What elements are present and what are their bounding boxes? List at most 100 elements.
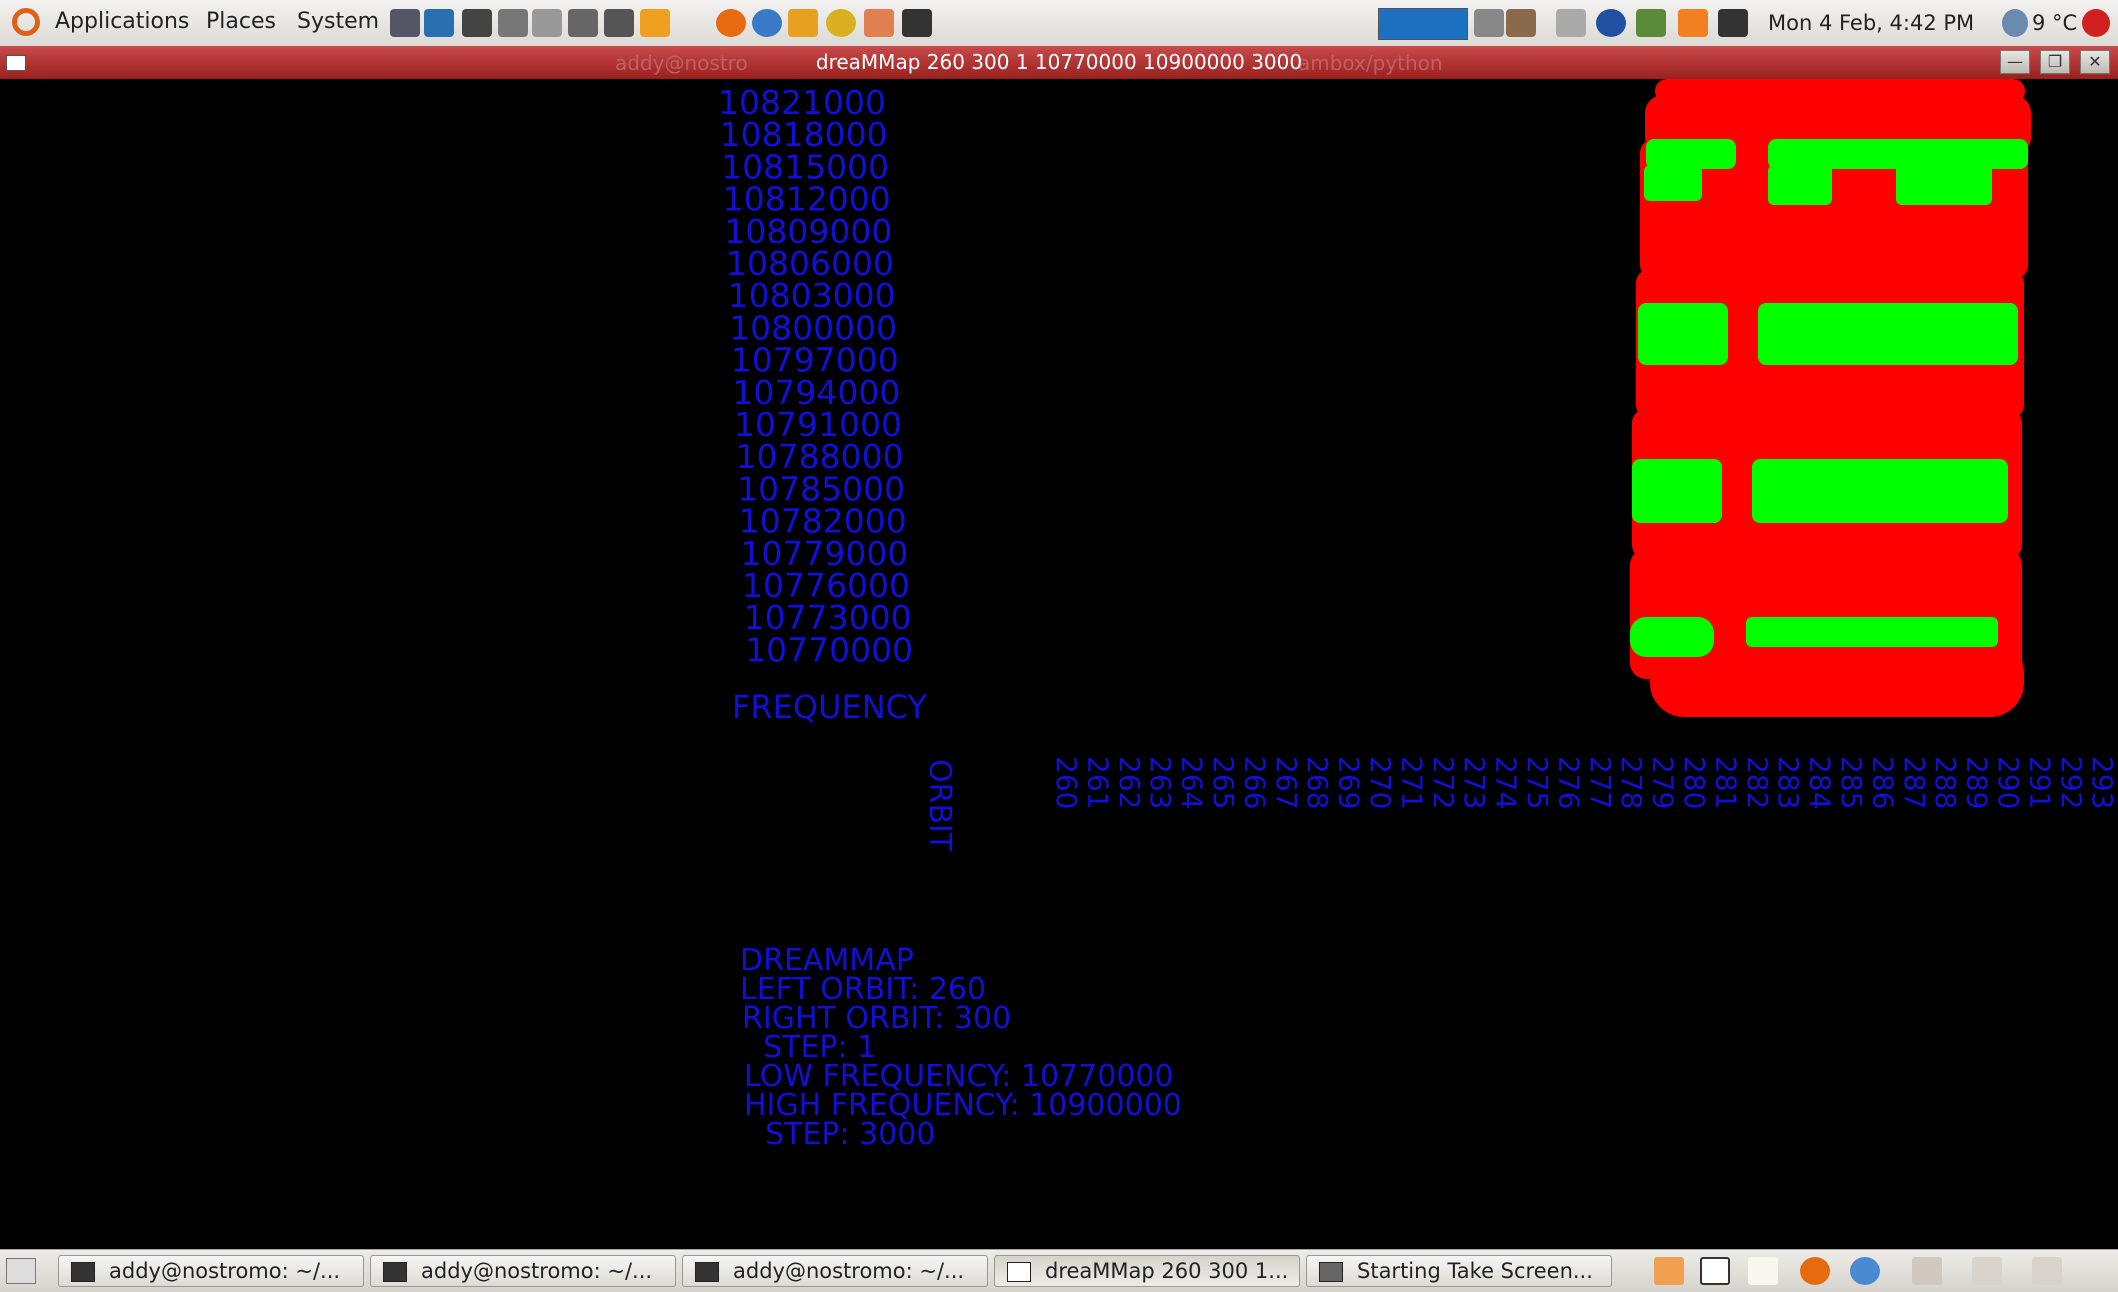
map-green-band: [1644, 165, 1702, 201]
menu-applications[interactable]: Applications: [55, 9, 189, 34]
clock[interactable]: Mon 4 Feb, 4:42 PM: [1768, 11, 1974, 35]
orbit-tick-label: 270: [1364, 756, 1397, 809]
window-titlebar[interactable]: addy@nostro ambox/python dreaMMap 260 30…: [0, 46, 2118, 79]
workspace-4[interactable]: [1972, 1257, 2002, 1285]
bottom-panel: addy@nostromo: ~/... addy@nostromo: ~/..…: [0, 1249, 2118, 1292]
orbit-tick-label: 292: [2055, 756, 2088, 809]
terminal-icon: [383, 1262, 407, 1282]
network-monitor-icon[interactable]: [390, 9, 420, 37]
network-icon[interactable]: [1636, 9, 1666, 37]
map-green-band: [1630, 617, 1714, 657]
top-panel: Applications Places System Mon 4 Feb, 4:…: [0, 0, 2118, 47]
taskbar-item[interactable]: addy@nostromo: ~/...: [682, 1255, 988, 1287]
system-monitor-icon[interactable]: [424, 9, 454, 37]
workspace-3[interactable]: [1912, 1257, 1942, 1285]
orbit-tick-label: 290: [1992, 756, 2025, 809]
orbit-tick-label: 277: [1584, 756, 1617, 809]
workspace-1[interactable]: [1700, 1257, 1730, 1285]
orbit-tick-label: 285: [1835, 756, 1868, 809]
firefox-icon[interactable]: [716, 9, 746, 37]
maximize-button[interactable]: ❐: [2040, 50, 2070, 74]
orbit-tick-label: 266: [1238, 756, 1271, 809]
browser-icon[interactable]: [752, 9, 782, 37]
frequency-axis-labels: 1082100010818000108150001081200010809000…: [718, 83, 913, 669]
printer-icon[interactable]: [1556, 9, 1586, 37]
orbit-tick-label: 267: [1270, 756, 1303, 809]
orbit-axis-labels: 2602612622632642652662672682692702712722…: [1050, 756, 2118, 809]
taskbar-item-active[interactable]: dreaMMap 260 300 1...: [994, 1255, 1300, 1287]
workspace-2[interactable]: [1748, 1257, 1778, 1285]
terminal-icon: [695, 1262, 719, 1282]
orbit-tick-label: 265: [1207, 756, 1240, 809]
orbit-tick-label: 289: [1961, 756, 1994, 809]
launcher-icon[interactable]: [532, 9, 562, 37]
orbit-tick-label: 291: [2023, 756, 2056, 809]
launcher-icon[interactable]: [640, 9, 670, 37]
update-icon[interactable]: [1678, 9, 1708, 37]
power-icon[interactable]: [2082, 9, 2110, 37]
orbit-tick-label: 276: [1552, 756, 1585, 809]
orbit-tick-label: 268: [1301, 756, 1334, 809]
orbit-tick-label: 287: [1898, 756, 1931, 809]
tray-icon[interactable]: [1506, 9, 1536, 37]
orbit-tick-label: 264: [1176, 756, 1209, 809]
orbit-tick-label: 272: [1427, 756, 1460, 809]
map-green-band: [1746, 617, 1998, 647]
orbit-frequency-map: [1630, 79, 2031, 717]
browser-icon[interactable]: [1850, 1257, 1880, 1285]
orbit-tick-label: 281: [1709, 756, 1742, 809]
orbit-tick-label: 283: [1772, 756, 1805, 809]
menu-system[interactable]: System: [297, 9, 379, 34]
launcher-icon[interactable]: [498, 9, 528, 37]
menu-places[interactable]: Places: [206, 9, 276, 34]
volume-icon[interactable]: [1474, 9, 1504, 37]
cpu-graph[interactable]: [1378, 8, 1468, 40]
orbit-tick-label: 293: [2086, 756, 2118, 809]
display-icon[interactable]: [1718, 9, 1748, 37]
firefox-icon[interactable]: [1800, 1257, 1830, 1285]
map-green-band: [1768, 165, 1832, 205]
info-block: DREAMMAP LEFT ORBIT: 260 RIGHT ORBIT: 30…: [740, 943, 1182, 1152]
taskbar-item[interactable]: addy@nostromo: ~/...: [370, 1255, 676, 1287]
show-desktop-icon[interactable]: [6, 1258, 36, 1284]
terminal-icon[interactable]: [902, 9, 932, 37]
map-green-band: [1758, 303, 2018, 365]
close-button[interactable]: ✕: [2080, 50, 2110, 74]
orbit-tick-label: 261: [1081, 756, 1114, 809]
orbit-axis-label: ORBIT: [922, 759, 957, 852]
orbit-tick-label: 275: [1521, 756, 1554, 809]
map-green-band: [1632, 459, 1722, 523]
camera-icon[interactable]: [568, 9, 598, 37]
orbit-tick-label: 282: [1741, 756, 1774, 809]
map-green-band: [1752, 459, 2008, 523]
launcher-icon[interactable]: [462, 9, 492, 37]
map-green-band: [1768, 139, 2028, 169]
orbit-tick-label: 280: [1678, 756, 1711, 809]
launcher-icon[interactable]: [864, 9, 894, 37]
info-frequency-step: STEP: 3000: [746, 1117, 935, 1152]
orbit-tick-label: 271: [1395, 756, 1428, 809]
bluetooth-icon[interactable]: [1596, 9, 1626, 37]
orbit-tick-label: 278: [1615, 756, 1648, 809]
weather-temperature[interactable]: 9 °C: [2032, 11, 2077, 35]
taskbar-item[interactable]: addy@nostromo: ~/...: [58, 1255, 364, 1287]
orbit-tick-label: 284: [1804, 756, 1837, 809]
camera-icon: [1319, 1262, 1343, 1282]
minimize-button[interactable]: —: [2000, 50, 2030, 74]
launcher-icon[interactable]: [604, 9, 634, 37]
workspace-5[interactable]: [2032, 1257, 2062, 1285]
launcher-icon[interactable]: [826, 9, 856, 37]
ubuntu-logo-icon[interactable]: [12, 8, 40, 36]
frequency-axis-label: FREQUENCY: [732, 688, 927, 726]
dreammap-canvas: 1082100010818000108150001081200010809000…: [0, 79, 2118, 1249]
tools-icon[interactable]: [788, 9, 818, 37]
map-green-band: [1638, 303, 1728, 365]
orbit-tick-label: 279: [1647, 756, 1680, 809]
window-title: dreaMMap 260 300 1 10770000 10900000 300…: [0, 50, 2118, 74]
taskbar-item[interactable]: Starting Take Screen...: [1306, 1255, 1612, 1287]
orbit-tick-label: 288: [1929, 756, 1962, 809]
weather-icon[interactable]: [2002, 9, 2028, 37]
dreammap-plot: 1082100010818000108150001081200010809000…: [0, 79, 2118, 1249]
trash-icon[interactable]: [1654, 1257, 1684, 1285]
map-green-band: [1646, 139, 1736, 169]
